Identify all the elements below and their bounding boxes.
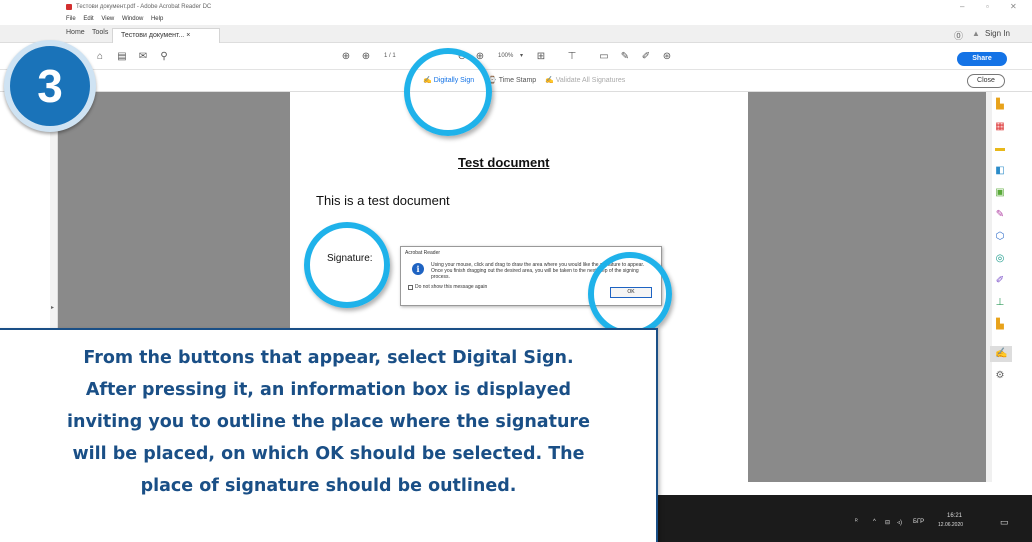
dont-show-label: Do not show this message again	[415, 284, 488, 290]
close-label: Close	[977, 77, 995, 84]
taskbar: ᴿ ^ ⊟ ◃) БГР 16:21 12.06.2020 ▭	[655, 495, 1032, 542]
dont-show-checkbox[interactable]: Do not show this message again	[408, 284, 487, 290]
acrobat-icon	[66, 4, 72, 10]
notifications-icon[interactable]: ▭	[1000, 517, 1009, 528]
instruction-line-3: inviting you to outline the place where …	[67, 412, 590, 432]
enhance-scans-icon[interactable]: ◎	[995, 254, 1005, 264]
send-track-icon[interactable]: ⊥	[995, 298, 1005, 308]
print-icon[interactable]: ▤	[116, 51, 128, 63]
language-indicator[interactable]: БГР	[913, 519, 924, 525]
export-pdf-icon[interactable]: ▙	[995, 100, 1005, 110]
clock-date[interactable]: 12.06.2020	[938, 522, 963, 528]
comment-tool-icon[interactable]: ▬	[995, 144, 1005, 154]
info-icon: i	[412, 263, 424, 275]
title-bar: Тестови документ.pdf - Adobe Acrobat Rea…	[0, 0, 1032, 14]
sign-toolbar: ✍ Digitally Sign ⌚ Time Stamp ✍ Validate…	[0, 70, 1032, 92]
window-title: Тестови документ.pdf - Adobe Acrobat Rea…	[76, 4, 212, 10]
step-badge: 3	[4, 40, 96, 132]
next-page-icon[interactable]: ⊕	[360, 51, 372, 63]
screen: Тестови документ.pdf - Adobe Acrobat Rea…	[0, 0, 1032, 542]
close-button[interactable]: Close	[967, 74, 1005, 88]
tab-home[interactable]: Home	[66, 29, 85, 36]
draw-icon[interactable]: ✐	[640, 51, 652, 63]
maximize-icon[interactable]: ▫	[986, 0, 989, 14]
minimize-icon[interactable]: –	[960, 0, 964, 14]
tray-arrow-icon[interactable]: ^	[873, 519, 876, 525]
clock-time[interactable]: 16:21	[947, 513, 962, 519]
certificates-icon[interactable]: ✍	[995, 349, 1007, 359]
vertical-scrollbar[interactable]	[986, 92, 992, 482]
document-title: Test document	[458, 155, 550, 170]
zoom-search-icon[interactable]: ⚲	[158, 51, 170, 63]
share-button[interactable]: Share	[957, 52, 1007, 66]
mail-icon[interactable]: ✉	[137, 51, 149, 63]
tabs-bar: Home Tools Тестови документ... × ⓪ ▲ Sig…	[0, 25, 1032, 43]
help-icon[interactable]: ⓪	[954, 29, 963, 42]
menu-file[interactable]: File	[66, 16, 76, 22]
instruction-line-4: will be placed, on which OK should be se…	[72, 444, 585, 464]
close-window-icon[interactable]: ✕	[1010, 0, 1017, 14]
menu-help[interactable]: Help	[151, 16, 163, 22]
bell-icon[interactable]: ▲	[972, 29, 980, 38]
cloud-upload-icon[interactable]: ⌂	[94, 51, 106, 63]
checkbox-icon[interactable]	[408, 284, 413, 290]
prev-page-icon[interactable]: ⊕	[340, 51, 352, 63]
fill-sign-icon[interactable]: ✎	[995, 210, 1005, 220]
scroll-mode-icon[interactable]: ⊤	[566, 51, 578, 63]
instruction-line-5: place of signature should be outlined.	[140, 476, 517, 496]
sign-in-link[interactable]: Sign In	[985, 29, 1010, 38]
menu-edit[interactable]: Edit	[83, 16, 93, 22]
expand-left-panel-icon[interactable]: ▸	[51, 304, 54, 311]
edit-pdf-icon[interactable]: ✐	[995, 276, 1005, 286]
time-stamp-label: Time Stamp	[498, 77, 537, 84]
instruction-text: From the buttons that appear, select Dig…	[0, 342, 660, 502]
network-icon[interactable]: ⊟	[885, 519, 890, 526]
combine-files-icon[interactable]: ◧	[995, 166, 1005, 176]
organize-pages-icon[interactable]: ▦	[995, 122, 1005, 132]
validate-icon: ✍	[545, 77, 554, 84]
page-indicator[interactable]: 1 / 1	[384, 53, 396, 59]
tab-document[interactable]: Тестови документ... ×	[112, 28, 220, 43]
fit-page-icon[interactable]: ⊞	[535, 51, 547, 63]
right-tools-panel	[986, 92, 1032, 482]
more-tools-icon[interactable]: ▙	[995, 320, 1005, 330]
zoom-level[interactable]: 100%	[498, 53, 513, 59]
tray-user-icon[interactable]: ᴿ	[855, 519, 858, 525]
time-stamp-button[interactable]: ⌚ Time Stamp	[488, 75, 536, 87]
validate-label: Validate All Signatures	[555, 77, 626, 84]
instruction-line-2: After pressing it, an information box is…	[85, 380, 572, 400]
comment-icon[interactable]: ▭	[598, 51, 610, 63]
menu-bar: File Edit View Window Help	[66, 14, 169, 24]
main-toolbar: ⌂ ▤ ✉ ⚲ ⊕ ⊕ 1 / 1 ⊖ ⊕ 100% ▾ ⊞ ⊤ ▭ ✎ ✐ ⊛	[0, 44, 1032, 70]
instruction-line-1: From the buttons that appear, select Dig…	[83, 348, 574, 368]
validate-signatures-button[interactable]: ✍ Validate All Signatures	[545, 75, 625, 87]
highlight-circle-ok	[588, 252, 672, 336]
compare-icon[interactable]: ▣	[995, 188, 1005, 198]
volume-icon[interactable]: ◃)	[897, 519, 902, 526]
zoom-dropdown-icon[interactable]: ▾	[520, 52, 523, 59]
share-label: Share	[972, 55, 992, 62]
protect-icon[interactable]: ⬡	[995, 232, 1005, 242]
highlight-circle-sign	[404, 48, 492, 136]
stamp-icon[interactable]: ⊛	[661, 51, 673, 63]
tab-tools[interactable]: Tools	[92, 29, 108, 36]
menu-window[interactable]: Window	[122, 16, 143, 22]
menu-view[interactable]: View	[101, 16, 114, 22]
document-body: This is a test document	[316, 193, 450, 208]
instruction-callout: From the buttons that appear, select Dig…	[0, 328, 658, 542]
dialog-title: Acrobat Reader	[405, 250, 441, 256]
highlight-circle-signature	[304, 222, 390, 308]
customize-icon[interactable]: ⚙	[995, 371, 1005, 381]
highlight-icon[interactable]: ✎	[619, 51, 631, 63]
